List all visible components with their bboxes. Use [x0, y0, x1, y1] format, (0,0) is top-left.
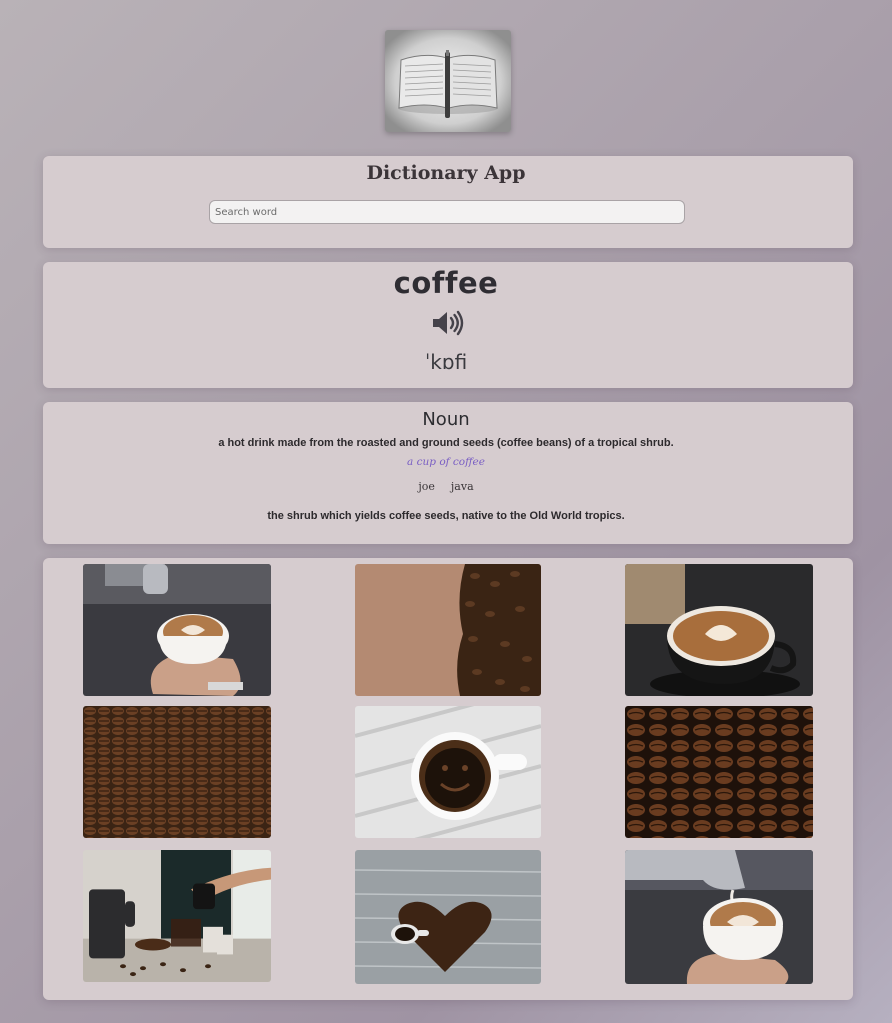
gallery-image-beans-tan[interactable]: [355, 564, 541, 696]
synonym-item[interactable]: java: [451, 480, 474, 493]
gallery-image-latte-art[interactable]: [625, 564, 813, 696]
gallery-image-bean-heart[interactable]: [355, 850, 541, 984]
gallery-image-black-coffee[interactable]: [355, 706, 541, 838]
definition-text: a hot drink made from the roasted and gr…: [218, 437, 674, 449]
gallery-image-milk-pour[interactable]: [625, 850, 813, 984]
synonym-item[interactable]: joe: [418, 480, 435, 493]
gallery-image-coffee-table[interactable]: [83, 850, 271, 982]
phonetic-text: ˈkɒfi: [424, 350, 468, 374]
gallery-image-roasted-beans[interactable]: [83, 706, 271, 838]
search-input[interactable]: [209, 200, 685, 224]
app-title: Dictionary App: [366, 162, 526, 184]
gallery-image-latte-pour[interactable]: [83, 564, 271, 696]
definition-text: the shrub which yields coffee seeds, nat…: [267, 510, 625, 522]
speaker-icon[interactable]: [431, 309, 465, 337]
gallery-image-beans-closeup[interactable]: [625, 706, 813, 838]
part-of-speech: Noun: [422, 409, 470, 430]
synonyms-list: joe java: [0, 480, 892, 493]
headword: coffee: [393, 266, 499, 300]
example-text: a cup of coffee: [407, 456, 485, 468]
open-book-icon: [385, 30, 511, 132]
dictionary-logo: [385, 30, 511, 132]
